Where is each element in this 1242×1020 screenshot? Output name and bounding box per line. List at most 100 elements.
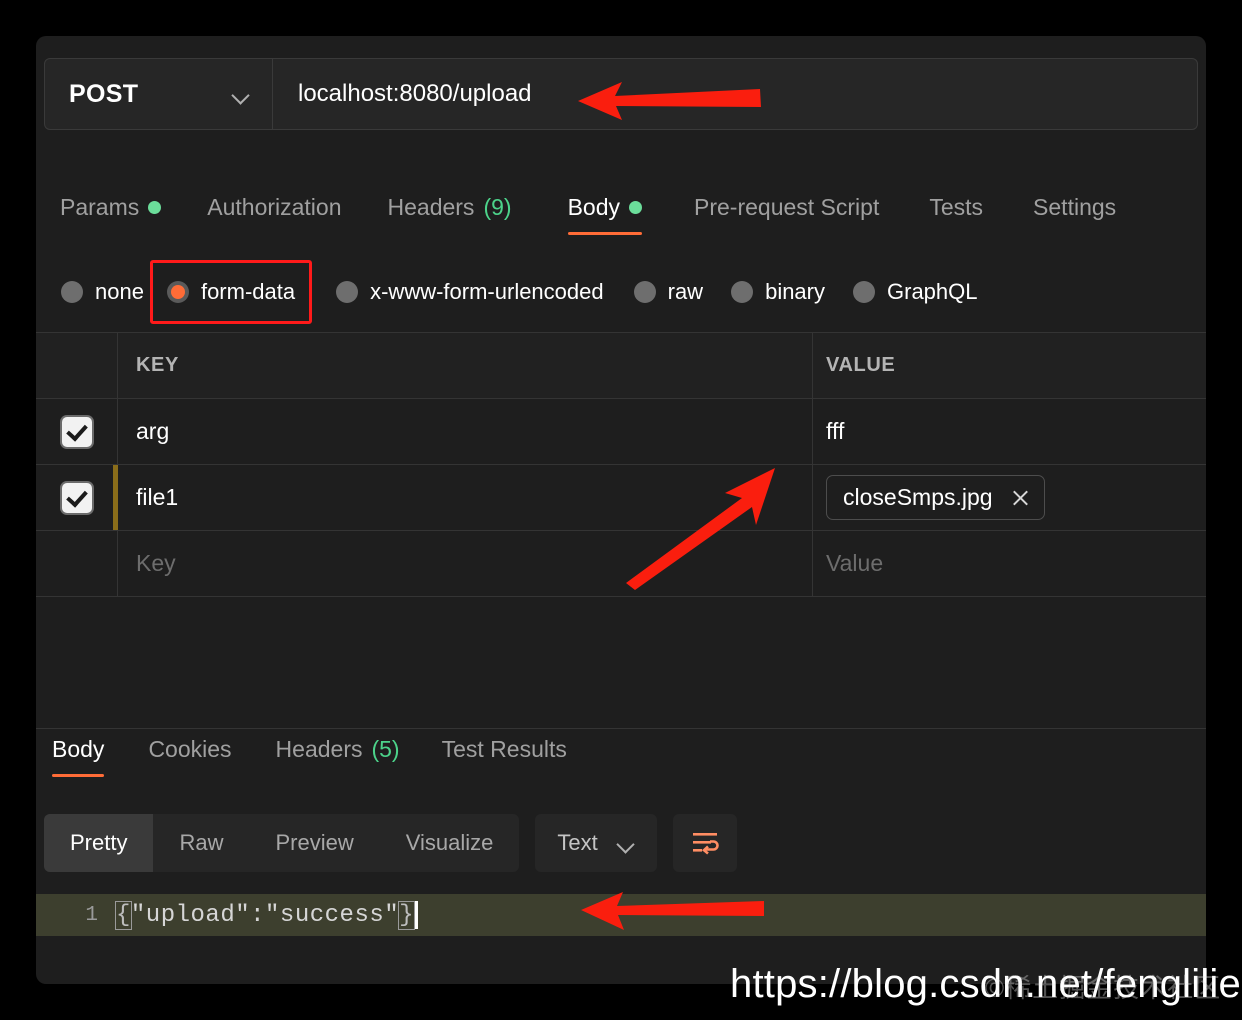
segment-label: Visualize <box>405 830 494 855</box>
tab-pre-request-script[interactable]: Pre-request Script <box>694 194 879 235</box>
segment-label: Preview <box>275 830 354 855</box>
file-name: closeSmps.jpg <box>843 484 993 510</box>
file-chip[interactable]: closeSmps.jpg <box>826 475 1045 520</box>
tab-params[interactable]: Params <box>60 194 162 235</box>
request-url-bar: POST localhost:8080/upload <box>44 58 1198 130</box>
segment-label: Pretty <box>70 830 128 855</box>
language-label: Text <box>557 830 598 855</box>
body-type-radio-group: none form-data x-www-form-urlencoded raw… <box>44 260 978 324</box>
row-key-input[interactable]: file1 <box>118 465 813 530</box>
radio-icon <box>61 281 83 303</box>
column-header-value: VALUE <box>826 354 896 376</box>
chevron-down-icon <box>233 89 250 99</box>
radio-icon <box>853 281 875 303</box>
response-view-segmented-control: Pretty Raw Preview Visualize <box>44 814 520 872</box>
response-language-select[interactable]: Text <box>535 814 657 872</box>
request-tabs: Params Authorization Headers (9) Body Pr… <box>44 194 1206 246</box>
tab-label: Tests <box>929 194 984 220</box>
body-mode-label: GraphQL <box>887 279 978 304</box>
header-value-cell: VALUE <box>813 333 1206 398</box>
radio-selected-icon <box>166 281 189 303</box>
new-value-input[interactable]: Value <box>813 531 1206 596</box>
view-pretty[interactable]: Pretty <box>44 814 154 872</box>
chevron-down-icon <box>618 838 635 848</box>
code-line[interactable]: {"upload":"success"} <box>115 900 419 930</box>
line-number: 1 <box>85 903 98 927</box>
response-tab-body[interactable]: Body <box>52 736 105 777</box>
body-mode-graphql[interactable]: GraphQL <box>853 279 978 305</box>
code-content: "upload":"success" <box>130 901 400 929</box>
row-enabled-checkbox[interactable] <box>61 416 92 447</box>
row-checkbox-cell <box>36 399 118 464</box>
row-enabled-checkbox[interactable] <box>61 482 92 513</box>
tab-label: Params <box>60 194 140 220</box>
body-mode-label: raw <box>667 279 704 304</box>
tab-label: Headers <box>387 194 475 220</box>
table-header-row: KEY VALUE <box>36 333 1206 399</box>
tab-label: Pre-request Script <box>694 194 880 220</box>
body-mode-x-www-form-urlencoded[interactable]: x-www-form-urlencoded <box>336 279 604 305</box>
http-method-select[interactable]: POST <box>45 59 273 129</box>
tab-label: Settings <box>1033 194 1117 220</box>
body-mode-label: x-www-form-urlencoded <box>370 279 604 304</box>
form-data-empty-area <box>36 596 1206 729</box>
new-value-placeholder: Value <box>826 550 884 576</box>
watermark-chinese: ©稀土掘金技术社区 <box>985 973 1222 1003</box>
tab-body[interactable]: Body <box>567 194 643 235</box>
view-preview[interactable]: Preview <box>249 814 379 872</box>
table-row: file1 closeSmps.jpg <box>36 465 1206 531</box>
tab-label: Headers <box>275 736 363 762</box>
response-tabs: Body Cookies Headers (5) Test Results <box>44 736 567 777</box>
text-caret <box>415 901 419 929</box>
tab-label: Body <box>567 194 620 220</box>
body-mode-none[interactable]: none <box>61 279 144 305</box>
table-row: arg fff <box>36 399 1206 465</box>
row-key-text: arg <box>136 418 170 444</box>
radio-icon <box>633 281 656 303</box>
view-raw[interactable]: Raw <box>153 814 249 872</box>
table-row-new: Key Value <box>36 531 1206 597</box>
response-body-code: 1 {"upload":"success"} <box>36 894 1206 936</box>
body-mode-label: form-data <box>200 279 296 304</box>
radio-icon <box>336 281 359 303</box>
new-key-input[interactable]: Key <box>118 531 813 596</box>
tab-count: (5) <box>371 736 400 762</box>
body-mode-raw[interactable]: raw <box>633 279 704 305</box>
body-mode-label: binary <box>765 279 825 304</box>
response-tab-test-results[interactable]: Test Results <box>442 736 567 777</box>
form-data-table: KEY VALUE arg fff file1 closeSmps.jpg Ke… <box>36 332 1206 597</box>
body-mode-binary[interactable]: binary <box>731 279 825 305</box>
tab-tests[interactable]: Tests <box>929 194 983 235</box>
green-dot-icon <box>629 201 642 214</box>
row-value-file: closeSmps.jpg <box>813 465 1206 530</box>
row-value-input[interactable]: fff <box>813 399 1206 464</box>
tab-settings[interactable]: Settings <box>1033 194 1116 235</box>
response-tab-cookies[interactable]: Cookies <box>148 736 231 777</box>
tab-headers[interactable]: Headers (9) <box>388 194 512 235</box>
body-mode-form-data[interactable]: form-data <box>166 279 296 305</box>
green-dot-icon <box>148 201 162 214</box>
tab-label: Test Results <box>441 736 567 762</box>
tab-authorization[interactable]: Authorization <box>207 194 341 235</box>
form-data-highlight-box: form-data <box>149 260 313 324</box>
row-key-input[interactable]: arg <box>118 399 813 464</box>
http-method-label: POST <box>69 79 139 108</box>
header-key-cell: KEY <box>118 333 813 398</box>
row-checkbox-cell <box>36 465 118 530</box>
view-visualize[interactable]: Visualize <box>380 814 520 872</box>
row-checkbox-cell <box>36 531 118 596</box>
response-tab-headers[interactable]: Headers (5) <box>276 736 400 777</box>
tab-label: Authorization <box>207 194 342 220</box>
row-key-text: file1 <box>136 484 179 510</box>
tab-label: Body <box>52 736 105 762</box>
word-wrap-button[interactable] <box>672 814 737 872</box>
close-icon[interactable] <box>1011 488 1030 507</box>
close-brace: } <box>398 900 416 930</box>
tab-count: (9) <box>483 194 512 220</box>
url-input[interactable]: localhost:8080/upload <box>273 59 1197 129</box>
row-value-text: fff <box>826 418 845 444</box>
new-key-placeholder: Key <box>136 550 176 576</box>
tab-label: Cookies <box>148 736 232 762</box>
postman-request-panel: POST localhost:8080/upload Params Author… <box>36 36 1206 984</box>
word-wrap-icon <box>692 833 719 855</box>
